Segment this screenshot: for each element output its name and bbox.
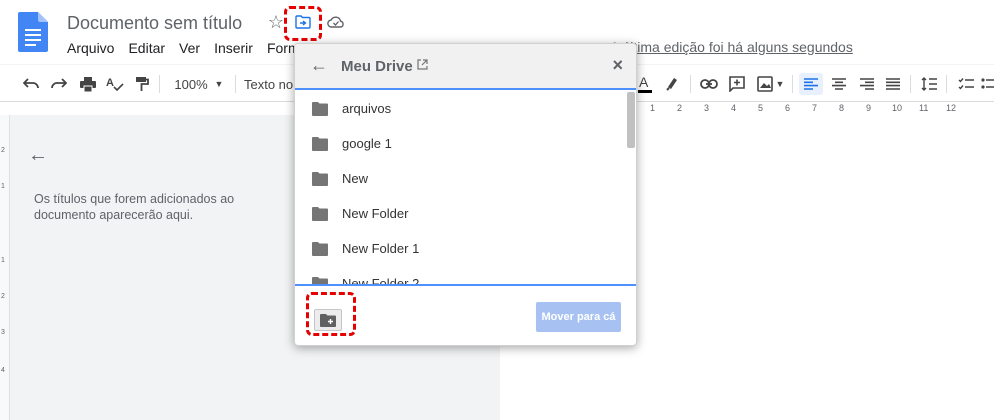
ruler-number: 1	[650, 103, 656, 113]
star-icon[interactable]: ☆	[266, 12, 286, 32]
ruler-number: 3	[704, 103, 710, 113]
folder-name: google 1	[342, 136, 392, 151]
open-in-new-icon[interactable]	[417, 59, 428, 73]
ruler-number: 3	[1, 329, 5, 336]
ruler-number: 12	[946, 103, 957, 113]
folder-icon	[312, 207, 328, 221]
dialog-title: Meu Drive	[341, 58, 413, 75]
folder-name: arquivos	[342, 101, 392, 116]
toolbar-separator	[910, 75, 911, 93]
redo-icon[interactable]	[48, 74, 70, 94]
ruler-number: 6	[785, 103, 791, 113]
move-here-button[interactable]: Mover para cá	[536, 302, 621, 332]
ruler-number: 1	[1, 257, 5, 264]
svg-text:A: A	[639, 75, 649, 90]
bulleted-list-icon[interactable]	[981, 74, 994, 94]
dialog-header: ← Meu Drive ×	[295, 44, 636, 90]
move-to-folder-icon[interactable]	[293, 12, 313, 32]
menu-inserir[interactable]: Inserir	[214, 40, 253, 56]
close-icon[interactable]: ×	[612, 55, 623, 76]
ruler-number: 2	[677, 103, 683, 113]
print-icon[interactable]	[77, 74, 99, 94]
ruler-number: 11	[919, 103, 929, 113]
ruler-number: 8	[839, 103, 845, 113]
ruler-number: 1	[1, 183, 5, 190]
ruler-number: 10	[892, 103, 903, 113]
paint-format-icon[interactable]	[131, 74, 153, 94]
style-select[interactable]: Texto normal	[244, 74, 296, 94]
cloud-icon[interactable]	[326, 12, 346, 32]
folder-row[interactable]: New Folder 1	[295, 232, 625, 267]
zoom-select[interactable]: 100%	[173, 74, 209, 94]
toolbar-separator	[690, 75, 691, 93]
image-icon[interactable]	[754, 74, 776, 94]
ruler-number: 9	[866, 103, 872, 113]
toolbar-separator	[792, 75, 793, 93]
folder-list-scrollbar[interactable]	[627, 92, 635, 148]
toolbar-separator	[159, 75, 160, 93]
folder-icon	[312, 137, 328, 151]
new-folder-icon	[320, 313, 336, 327]
spellcheck-icon[interactable]: A	[104, 74, 126, 94]
folder-row[interactable]: New Folder	[295, 197, 625, 232]
top-ruler: 1 2 3 4 5 6 7 8 9 10 11 12	[636, 102, 994, 116]
folder-name: New Folder	[342, 206, 409, 221]
menu-arquivo[interactable]: Arquivo	[67, 40, 114, 56]
undo-icon[interactable]	[20, 74, 42, 94]
line-spacing-icon[interactable]	[918, 74, 940, 94]
align-right-icon[interactable]	[856, 74, 878, 94]
align-center-icon[interactable]	[828, 74, 850, 94]
last-edit-status[interactable]: A última edição foi há alguns segundos	[610, 39, 853, 55]
document-title[interactable]: Documento sem título	[67, 13, 242, 34]
toolbar-separator	[235, 75, 236, 93]
folder-row[interactable]: New Folder 2	[295, 267, 625, 286]
ruler-number: 5	[758, 103, 764, 113]
toolbar-separator	[946, 75, 947, 93]
docs-logo-icon[interactable]	[18, 12, 48, 52]
outline-empty-text: Os títulos que forem adicionados ao docu…	[34, 192, 235, 222]
ruler-number: 2	[1, 293, 5, 300]
move-to-folder-dialog: ← Meu Drive × arquivos google 1 New New …	[294, 43, 637, 346]
ruler-number: 7	[812, 103, 818, 113]
link-icon[interactable]	[698, 74, 720, 94]
ruler-number: 4	[731, 103, 737, 113]
folder-icon	[312, 277, 328, 284]
text-color-icon[interactable]: A	[636, 74, 654, 94]
folder-name: New Folder 1	[342, 241, 420, 256]
folder-name: New	[342, 171, 369, 186]
folder-row[interactable]: google 1	[295, 127, 625, 162]
folder-list: arquivos google 1 New New Folder New Fol…	[295, 92, 636, 286]
back-arrow-icon[interactable]: ←	[310, 55, 328, 76]
folder-row[interactable]: arquivos	[295, 92, 625, 127]
folder-name: New Folder 2	[342, 276, 420, 286]
align-left-icon[interactable]	[799, 73, 823, 95]
checklist-icon[interactable]	[955, 74, 977, 94]
ruler-number: 4	[1, 367, 5, 374]
back-arrow-icon[interactable]: ←	[28, 144, 48, 167]
chevron-down-icon[interactable]: ▼	[212, 74, 226, 94]
left-ruler: 2 1 1 2 3 4	[0, 115, 10, 420]
comment-icon[interactable]	[726, 74, 748, 94]
folder-icon	[312, 172, 328, 186]
highlight-color-icon[interactable]	[662, 74, 682, 94]
folder-row[interactable]: New	[295, 162, 625, 197]
ruler-number: 2	[1, 147, 5, 154]
menu-ver[interactable]: Ver	[179, 40, 200, 56]
folder-icon	[312, 242, 328, 256]
chevron-down-icon[interactable]: ▼	[774, 74, 786, 94]
svg-text:A: A	[106, 77, 114, 89]
new-folder-button[interactable]	[314, 309, 342, 331]
justify-icon[interactable]	[882, 74, 904, 94]
folder-icon	[312, 102, 328, 116]
menu-editar[interactable]: Editar	[128, 40, 165, 56]
